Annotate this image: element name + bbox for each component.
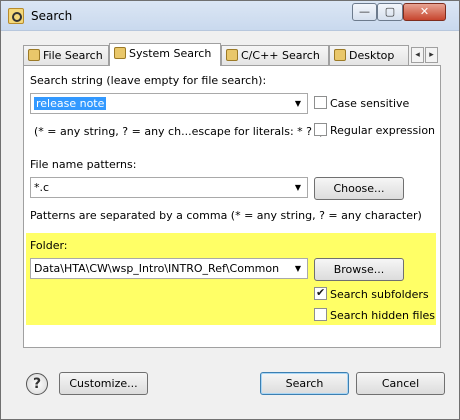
tab-cpp-search[interactable]: C/C++ Search [221, 45, 329, 66]
search-hidden-files-checkbox[interactable]: Search hidden files [314, 308, 435, 324]
choose-button[interactable]: Choose... [314, 177, 404, 200]
case-sensitive-checkbox[interactable]: Case sensitive [314, 96, 409, 112]
search-string-label: Search string (leave empty for file sear… [30, 74, 267, 87]
minimize-button[interactable]: — [352, 3, 377, 21]
title-bar: Search — ▢ ✕ [1, 1, 459, 31]
search-subfolders-checkbox[interactable]: Search subfolders [314, 286, 429, 303]
close-button[interactable]: ✕ [403, 3, 446, 21]
window-title: Search [31, 9, 73, 23]
folder-label: Folder: [30, 239, 68, 252]
checkbox-label: Case sensitive [330, 97, 410, 110]
tab-file-search[interactable]: File Search [23, 45, 109, 66]
folder-combo[interactable]: Data\HTA\CW\wsp_Intro\INTRO_Ref\Common ▼ [30, 258, 308, 279]
file-patterns-combo[interactable]: *.c ▼ [30, 177, 308, 198]
checkbox-label: Search subfolders [330, 288, 429, 301]
help-icon[interactable]: ? [26, 373, 48, 395]
checkbox-box[interactable] [314, 123, 327, 136]
checkbox-box[interactable] [314, 308, 327, 321]
tab-scroll-right-button[interactable]: ▸ [425, 47, 438, 63]
search-button[interactable]: Search [260, 372, 349, 395]
file-search-icon [28, 49, 40, 61]
file-patterns-value: *.c [34, 181, 50, 194]
tab-label: C/C++ Search [241, 49, 320, 62]
tab-label: File Search [43, 49, 103, 62]
search-string-combo[interactable]: release note ▼ [30, 93, 308, 114]
file-patterns-label: File name patterns: [30, 158, 137, 171]
regular-expression-checkbox[interactable]: Regular expression [314, 123, 435, 139]
checkbox-label: Regular expression [330, 124, 436, 137]
tab-system-search[interactable]: System Search [109, 43, 221, 66]
tab-desktop[interactable]: Desktop [329, 45, 409, 66]
customize-button[interactable]: Customize... [59, 372, 148, 395]
tab-bar: File Search System Search C/C++ Search D… [23, 43, 441, 66]
cancel-button[interactable]: Cancel [356, 372, 445, 395]
tab-scroll-left-button[interactable]: ◂ [411, 47, 424, 63]
chevron-down-icon[interactable]: ▼ [291, 259, 305, 278]
checkbox-box[interactable] [314, 96, 327, 109]
system-search-icon [114, 47, 126, 59]
maximize-button[interactable]: ▢ [377, 3, 403, 21]
search-string-hint: (* = any string, ? = any ch...escape for… [34, 125, 324, 138]
checkbox-box[interactable] [314, 286, 327, 300]
cpp-search-icon [226, 49, 238, 61]
folder-value: Data\HTA\CW\wsp_Intro\INTRO_Ref\Common [34, 262, 280, 275]
browse-button[interactable]: Browse... [314, 258, 404, 281]
checkbox-label: Search hidden files [330, 309, 435, 322]
desktop-search-icon [334, 49, 346, 61]
patterns-hint: Patterns are separated by a comma (* = a… [30, 209, 422, 222]
tab-label: System Search [129, 47, 212, 60]
search-string-value: release note [34, 97, 107, 110]
tab-label: Desktop [349, 49, 395, 62]
chevron-down-icon[interactable]: ▼ [291, 94, 305, 113]
search-dialog: Search — ▢ ✕ File Search System Search C… [0, 0, 460, 420]
chevron-down-icon[interactable]: ▼ [291, 178, 305, 197]
search-app-icon [8, 8, 24, 24]
